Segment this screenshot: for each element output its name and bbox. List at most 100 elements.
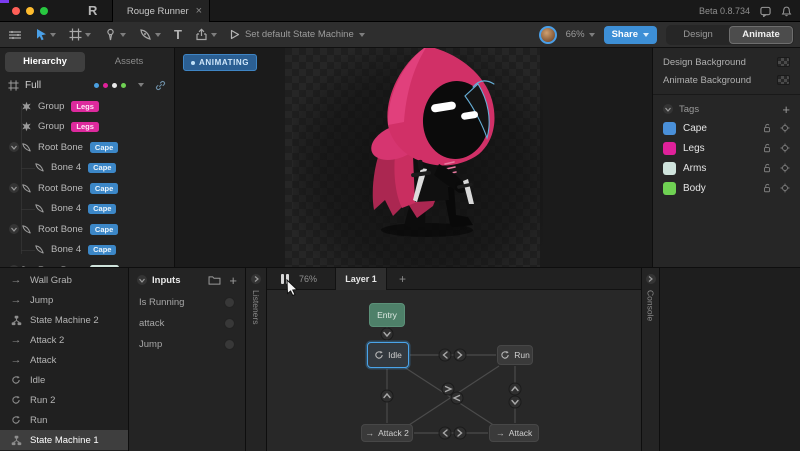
document-tab[interactable]: Rouge Runner × xyxy=(112,0,210,22)
animation-item[interactable]: →Wall Grab xyxy=(0,270,128,290)
state-node-attack[interactable]: →Attack xyxy=(489,424,539,442)
chevron-down-icon[interactable] xyxy=(138,83,144,87)
bone-tool-button[interactable] xyxy=(104,28,126,41)
hierarchy-row[interactable]: Bone 4Cape xyxy=(0,240,174,261)
character-artwork xyxy=(355,48,525,250)
folder-icon[interactable] xyxy=(208,275,221,285)
tag-color-swatch[interactable] xyxy=(663,142,676,155)
expand-chevron-icon[interactable] xyxy=(9,183,19,193)
design-background-row[interactable]: Design Background xyxy=(653,53,800,71)
close-icon[interactable]: × xyxy=(196,6,202,17)
target-icon[interactable] xyxy=(780,163,790,173)
tab-assets[interactable]: Assets xyxy=(89,52,169,72)
hierarchy-row[interactable]: Root BoneCape xyxy=(0,178,174,199)
state-node-attack2[interactable]: →Attack 2 xyxy=(361,424,413,442)
expand-chevron-icon[interactable] xyxy=(646,274,656,284)
tag-badge: Legs xyxy=(71,122,99,133)
target-icon[interactable] xyxy=(780,143,790,153)
bottom-area: →Wall Grab→JumpState Machine 2→Attack 2→… xyxy=(0,267,800,450)
artboard-row[interactable]: Full xyxy=(0,76,174,94)
animate-mode-button[interactable]: Animate xyxy=(729,26,793,44)
feedback-icon[interactable] xyxy=(760,6,771,17)
tag-color-swatch[interactable] xyxy=(663,162,676,175)
lock-icon[interactable] xyxy=(762,143,772,153)
hierarchy-row[interactable]: Root BoneCape xyxy=(0,137,174,158)
animation-item[interactable]: State Machine 1 xyxy=(0,430,128,450)
lock-icon[interactable] xyxy=(762,183,772,193)
animation-item[interactable]: State Machine 2 xyxy=(0,310,128,330)
default-state-machine-selector[interactable]: Set default State Machine xyxy=(230,29,365,40)
animation-item[interactable]: Run 2 xyxy=(0,390,128,410)
target-icon[interactable] xyxy=(780,123,790,133)
animate-background-row[interactable]: Animate Background xyxy=(653,71,800,89)
export-button[interactable] xyxy=(195,28,217,41)
animate-background-swatch[interactable] xyxy=(777,75,790,85)
add-input-button[interactable]: + xyxy=(229,274,237,287)
expand-chevron-icon[interactable] xyxy=(9,142,19,152)
state-node-run[interactable]: Run xyxy=(497,345,533,365)
design-background-swatch[interactable] xyxy=(777,57,790,67)
tag-color-swatch[interactable] xyxy=(663,122,676,135)
bell-icon[interactable] xyxy=(781,6,792,17)
expand-chevron-icon[interactable] xyxy=(251,274,261,284)
link-icon[interactable] xyxy=(155,80,166,91)
input-toggle[interactable] xyxy=(224,297,235,308)
avatar[interactable] xyxy=(539,26,557,44)
artboard-tool-button[interactable] xyxy=(69,28,91,41)
animation-item[interactable]: →Attack 2 xyxy=(0,330,128,350)
animation-item[interactable]: →Attack xyxy=(0,350,128,370)
console-strip[interactable]: Console xyxy=(641,268,660,451)
target-icon[interactable] xyxy=(780,183,790,193)
input-row[interactable]: attack xyxy=(129,313,245,334)
rive-logo[interactable]: R xyxy=(88,3,97,18)
hierarchy-row[interactable]: Bone 4Cape xyxy=(0,199,174,220)
zoom-control[interactable]: 66% xyxy=(566,29,595,40)
listeners-strip[interactable]: Listeners xyxy=(246,268,267,451)
tag-row[interactable]: Body xyxy=(653,178,800,198)
text-tool-button[interactable]: T xyxy=(174,27,182,42)
design-mode-button[interactable]: Design xyxy=(667,29,729,40)
lock-icon[interactable] xyxy=(762,123,772,133)
lock-icon[interactable] xyxy=(762,163,772,173)
chevron-down-icon xyxy=(211,33,217,37)
input-row[interactable]: Is Running xyxy=(129,292,245,313)
state-node-idle[interactable]: Idle xyxy=(367,342,409,368)
tag-row[interactable]: Cape xyxy=(653,118,800,138)
hierarchy-row[interactable]: Root BoneArms xyxy=(0,260,174,267)
input-row[interactable]: Jump xyxy=(129,334,245,355)
hierarchy-row[interactable]: Root BoneCape xyxy=(0,219,174,240)
tab-layer-1[interactable]: Layer 1 xyxy=(335,268,387,290)
chevron-down-icon xyxy=(359,33,365,37)
input-toggle[interactable] xyxy=(224,339,235,350)
input-toggle[interactable] xyxy=(224,318,235,329)
tag-row[interactable]: Arms xyxy=(653,158,800,178)
hierarchy-row[interactable]: GroupLegs xyxy=(0,96,174,117)
animation-item[interactable]: →Jump xyxy=(0,290,128,310)
hierarchy-row[interactable]: GroupLegs xyxy=(0,117,174,138)
hierarchy-row[interactable]: Bone 4Cape xyxy=(0,158,174,179)
animation-item[interactable]: Run xyxy=(0,410,128,430)
state-machine-graph: 76% Layer 1 + xyxy=(267,268,641,451)
share-button[interactable]: Share xyxy=(604,26,657,44)
pen-tool-button[interactable] xyxy=(139,28,161,41)
collapse-chevron-icon[interactable] xyxy=(137,275,147,285)
tag-color-swatch[interactable] xyxy=(663,182,676,195)
one-shot-icon: → xyxy=(10,275,22,286)
state-node-entry[interactable]: Entry xyxy=(369,303,405,327)
tag-row[interactable]: Legs xyxy=(653,138,800,158)
stage-canvas[interactable]: ANIMATING xyxy=(175,48,652,267)
graph-zoom-level[interactable]: 76% xyxy=(299,274,317,284)
minimize-window-button[interactable] xyxy=(26,7,34,15)
tab-hierarchy[interactable]: Hierarchy xyxy=(5,52,85,72)
menu-icon[interactable] xyxy=(8,29,22,41)
zoom-window-button[interactable] xyxy=(40,7,48,15)
add-tag-button[interactable]: + xyxy=(782,103,790,116)
expand-chevron-icon[interactable] xyxy=(9,224,19,234)
close-window-button[interactable] xyxy=(12,7,20,15)
animation-item[interactable]: Idle xyxy=(0,370,128,390)
select-tool-button[interactable] xyxy=(35,28,56,41)
add-layer-button[interactable]: + xyxy=(399,272,406,286)
collapse-chevron-icon[interactable] xyxy=(663,104,673,114)
graph-canvas[interactable]: Entry Idle Run →Attack 2 →Attack xyxy=(267,290,641,451)
animation-label: Idle xyxy=(30,375,45,386)
